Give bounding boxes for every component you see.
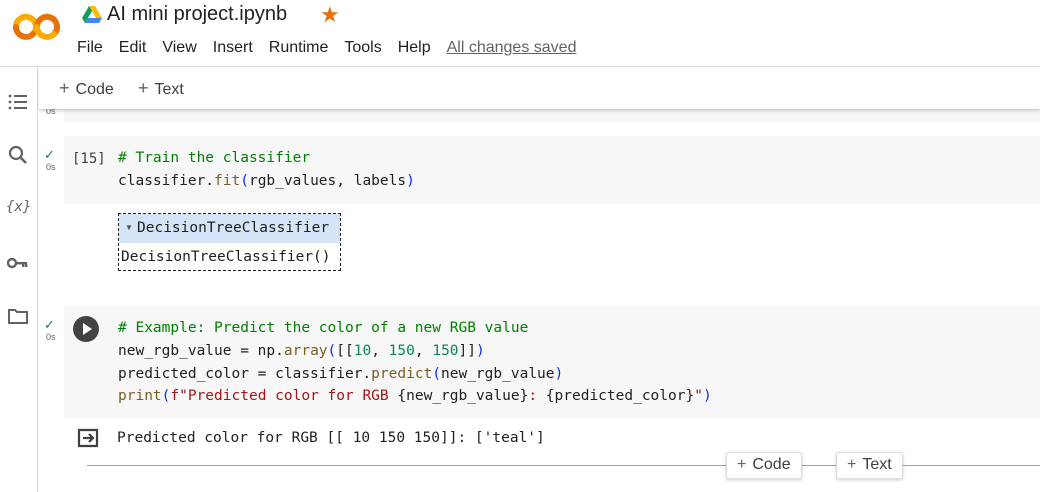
plus-icon: + [847, 456, 857, 473]
plus-icon: + [59, 78, 70, 98]
estimator-output: ▼ DecisionTreeClassifier DecisionTreeCla… [118, 213, 341, 271]
code-line: predicted_color = classifier.predict(new… [118, 366, 564, 382]
colab-logo[interactable] [10, 10, 60, 44]
collapse-caret-icon[interactable]: ▼ [125, 223, 133, 232]
folder-icon[interactable] [7, 305, 29, 327]
run-cell-button[interactable] [73, 316, 99, 342]
insert-code-cell-button[interactable]: + Code [726, 452, 802, 479]
menu-bar: File Edit View Insert Runtime Tools Help… [77, 39, 592, 57]
menu-edit[interactable]: Edit [119, 39, 147, 57]
table-of-contents-icon[interactable] [7, 91, 29, 113]
notebook-toolbar: + Code + Text [39, 67, 1040, 109]
insert-text-cell-button[interactable]: + Text [836, 452, 903, 479]
estimator-title: DecisionTreeClassifier [137, 220, 330, 236]
add-text-button[interactable]: + Text [138, 78, 184, 99]
notebook-title[interactable]: AI mini project.ipynb [107, 3, 287, 26]
cell-output-text: Predicted color for RGB [[ 10 150 150]]:… [117, 430, 545, 446]
menu-tools[interactable]: Tools [344, 39, 381, 57]
code-line: # Example: Predict the color of a new RG… [118, 320, 529, 336]
menu-view[interactable]: View [162, 39, 196, 57]
menu-runtime[interactable]: Runtime [269, 39, 329, 57]
play-icon [83, 323, 92, 335]
cell-exec-time: 0s [46, 162, 56, 172]
menu-help[interactable]: Help [398, 39, 431, 57]
estimator-repr: DecisionTreeClassifier() [121, 249, 331, 265]
code-line: new_rgb_value = np.array([[10, 150, 150]… [118, 343, 485, 359]
save-status-link[interactable]: All changes saved [447, 39, 577, 57]
estimator-header[interactable]: ▼ DecisionTreeClassifier [119, 214, 340, 243]
previous-cell-tail [64, 109, 1040, 122]
menu-insert[interactable]: Insert [213, 39, 253, 57]
plus-icon: + [737, 456, 747, 473]
key-icon[interactable] [7, 252, 29, 274]
left-sidebar: {x} [0, 67, 38, 492]
variables-icon[interactable]: {x} [6, 199, 31, 221]
cell-exec-time: 0s [46, 332, 56, 342]
code-cell-train[interactable] [64, 136, 1040, 204]
code-line: # Train the classifier [118, 150, 311, 166]
code-line: print(f"Predicted color for RGB {new_rgb… [118, 388, 712, 404]
output-redirect-icon[interactable] [77, 428, 101, 448]
star-icon[interactable]: ★ [320, 2, 340, 28]
execution-count: [15] [72, 151, 106, 167]
success-check-icon: ✓ [44, 317, 55, 332]
code-line: classifier.fit(rgb_values, labels) [118, 173, 415, 189]
google-drive-icon [82, 6, 102, 23]
header: AI mini project.ipynb ★ File Edit View I… [0, 0, 1040, 67]
plus-icon: + [138, 78, 149, 98]
search-icon[interactable] [7, 144, 29, 166]
add-code-button[interactable]: + Code [59, 78, 114, 99]
success-check-icon: ✓ [44, 147, 55, 162]
menu-file[interactable]: File [77, 39, 103, 57]
